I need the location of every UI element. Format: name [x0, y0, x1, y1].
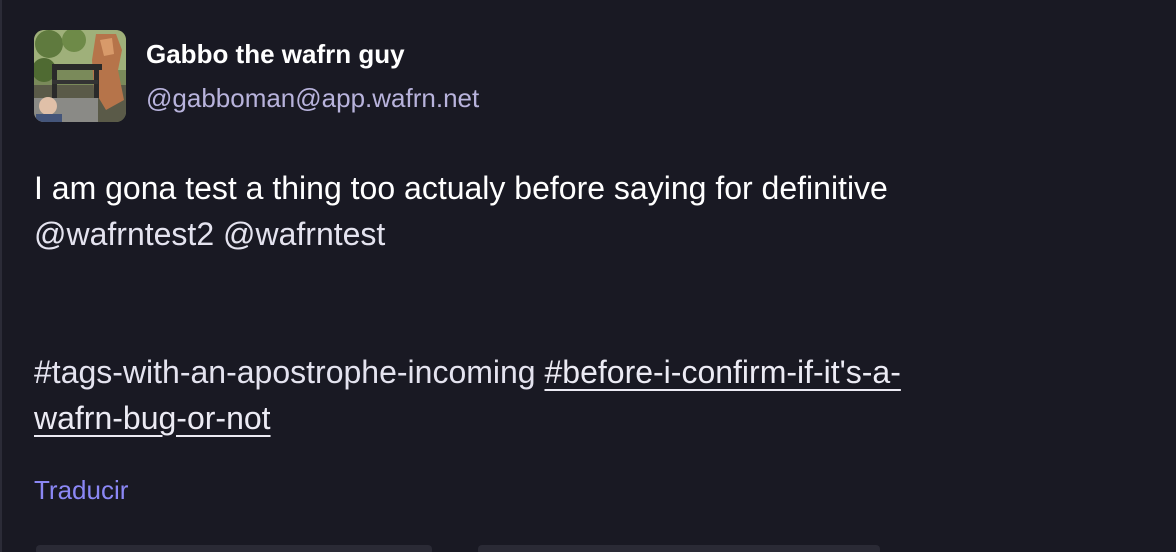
tag-link[interactable]: #before-i-confirm-if-it's-a- [544, 354, 900, 390]
tags-line-continued: wafrn-bug-or-not [34, 395, 1114, 441]
mentions-line: @wafrntest2 @wafrntest [34, 211, 1114, 257]
tag-text: #tags-with-an-apostrophe-incoming [34, 354, 536, 390]
avatar-image [34, 30, 126, 122]
action-bar-left[interactable] [36, 545, 432, 552]
author-display-name[interactable]: Gabbo the wafrn guy [146, 39, 479, 69]
avatar[interactable] [34, 30, 126, 122]
post-card: Gabbo the wafrn guy @gabboman@app.wafrn.… [34, 30, 1154, 505]
mention-link[interactable]: @wafrntest [223, 216, 385, 252]
action-bar-right[interactable] [478, 545, 880, 552]
post-text: I am gona test a thing too actualy befor… [34, 170, 888, 206]
translate-button[interactable]: Traducir [34, 475, 128, 505]
post-header: Gabbo the wafrn guy @gabboman@app.wafrn.… [34, 30, 1154, 122]
tags-line: #tags-with-an-apostrophe-incoming #befor… [34, 349, 1114, 395]
author-handle[interactable]: @gabboman@app.wafrn.net [146, 83, 479, 113]
post-content: I am gona test a thing too actualy befor… [34, 165, 1114, 441]
tag-link-continued[interactable]: wafrn-bug-or-not [34, 400, 271, 436]
author-info: Gabbo the wafrn guy @gabboman@app.wafrn.… [146, 30, 479, 113]
mention-link[interactable]: @wafrntest2 [34, 216, 214, 252]
panel-border [0, 0, 2, 552]
